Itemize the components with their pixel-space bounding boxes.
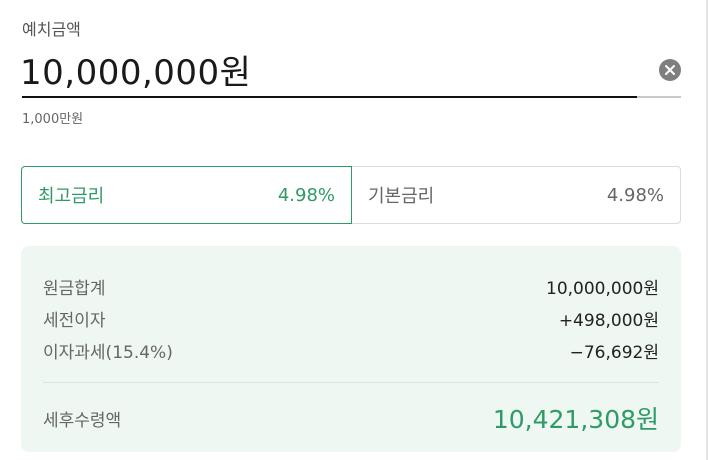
row-value: 10,000,000원 — [546, 279, 659, 299]
row-label: 이자과세(15.4%) — [43, 343, 173, 363]
row-value: −76,692원 — [569, 343, 659, 363]
row-label: 원금합계 — [43, 279, 106, 299]
interest-summary-panel: 원금합계 10,000,000원 세전이자 +498,000원 이자과세(15.… — [21, 246, 681, 452]
tab-rate: 4.98% — [606, 184, 664, 206]
summary-row-principal: 원금합계 10,000,000원 — [43, 274, 659, 299]
row-value: +498,000원 — [558, 311, 659, 331]
deposit-amount-input[interactable] — [20, 44, 580, 94]
deposit-label: 예치금액 — [22, 20, 81, 39]
tab-max-rate[interactable]: 최고금리 4.98% — [21, 166, 352, 224]
clear-button[interactable] — [659, 59, 681, 81]
input-underline — [22, 96, 637, 98]
deposit-helper-text: 1,000만원 — [22, 112, 84, 127]
summary-divider — [43, 382, 659, 383]
tab-base-rate[interactable]: 기본금리 4.98% — [351, 166, 681, 224]
input-underline-rest — [637, 96, 681, 98]
close-icon — [665, 65, 675, 75]
tab-label: 최고금리 — [38, 186, 105, 207]
summary-row-tax: 이자과세(15.4%) −76,692원 — [43, 338, 659, 363]
total-value: 10,421,308원 — [492, 405, 659, 434]
summary-row-pretax-interest: 세전이자 +498,000원 — [43, 306, 659, 331]
total-label: 세후수령액 — [43, 410, 122, 431]
row-label: 세전이자 — [43, 311, 106, 331]
tab-label: 기본금리 — [368, 186, 435, 207]
summary-row-total: 세후수령액 10,421,308원 — [43, 400, 659, 436]
tab-rate: 4.98% — [277, 184, 335, 206]
